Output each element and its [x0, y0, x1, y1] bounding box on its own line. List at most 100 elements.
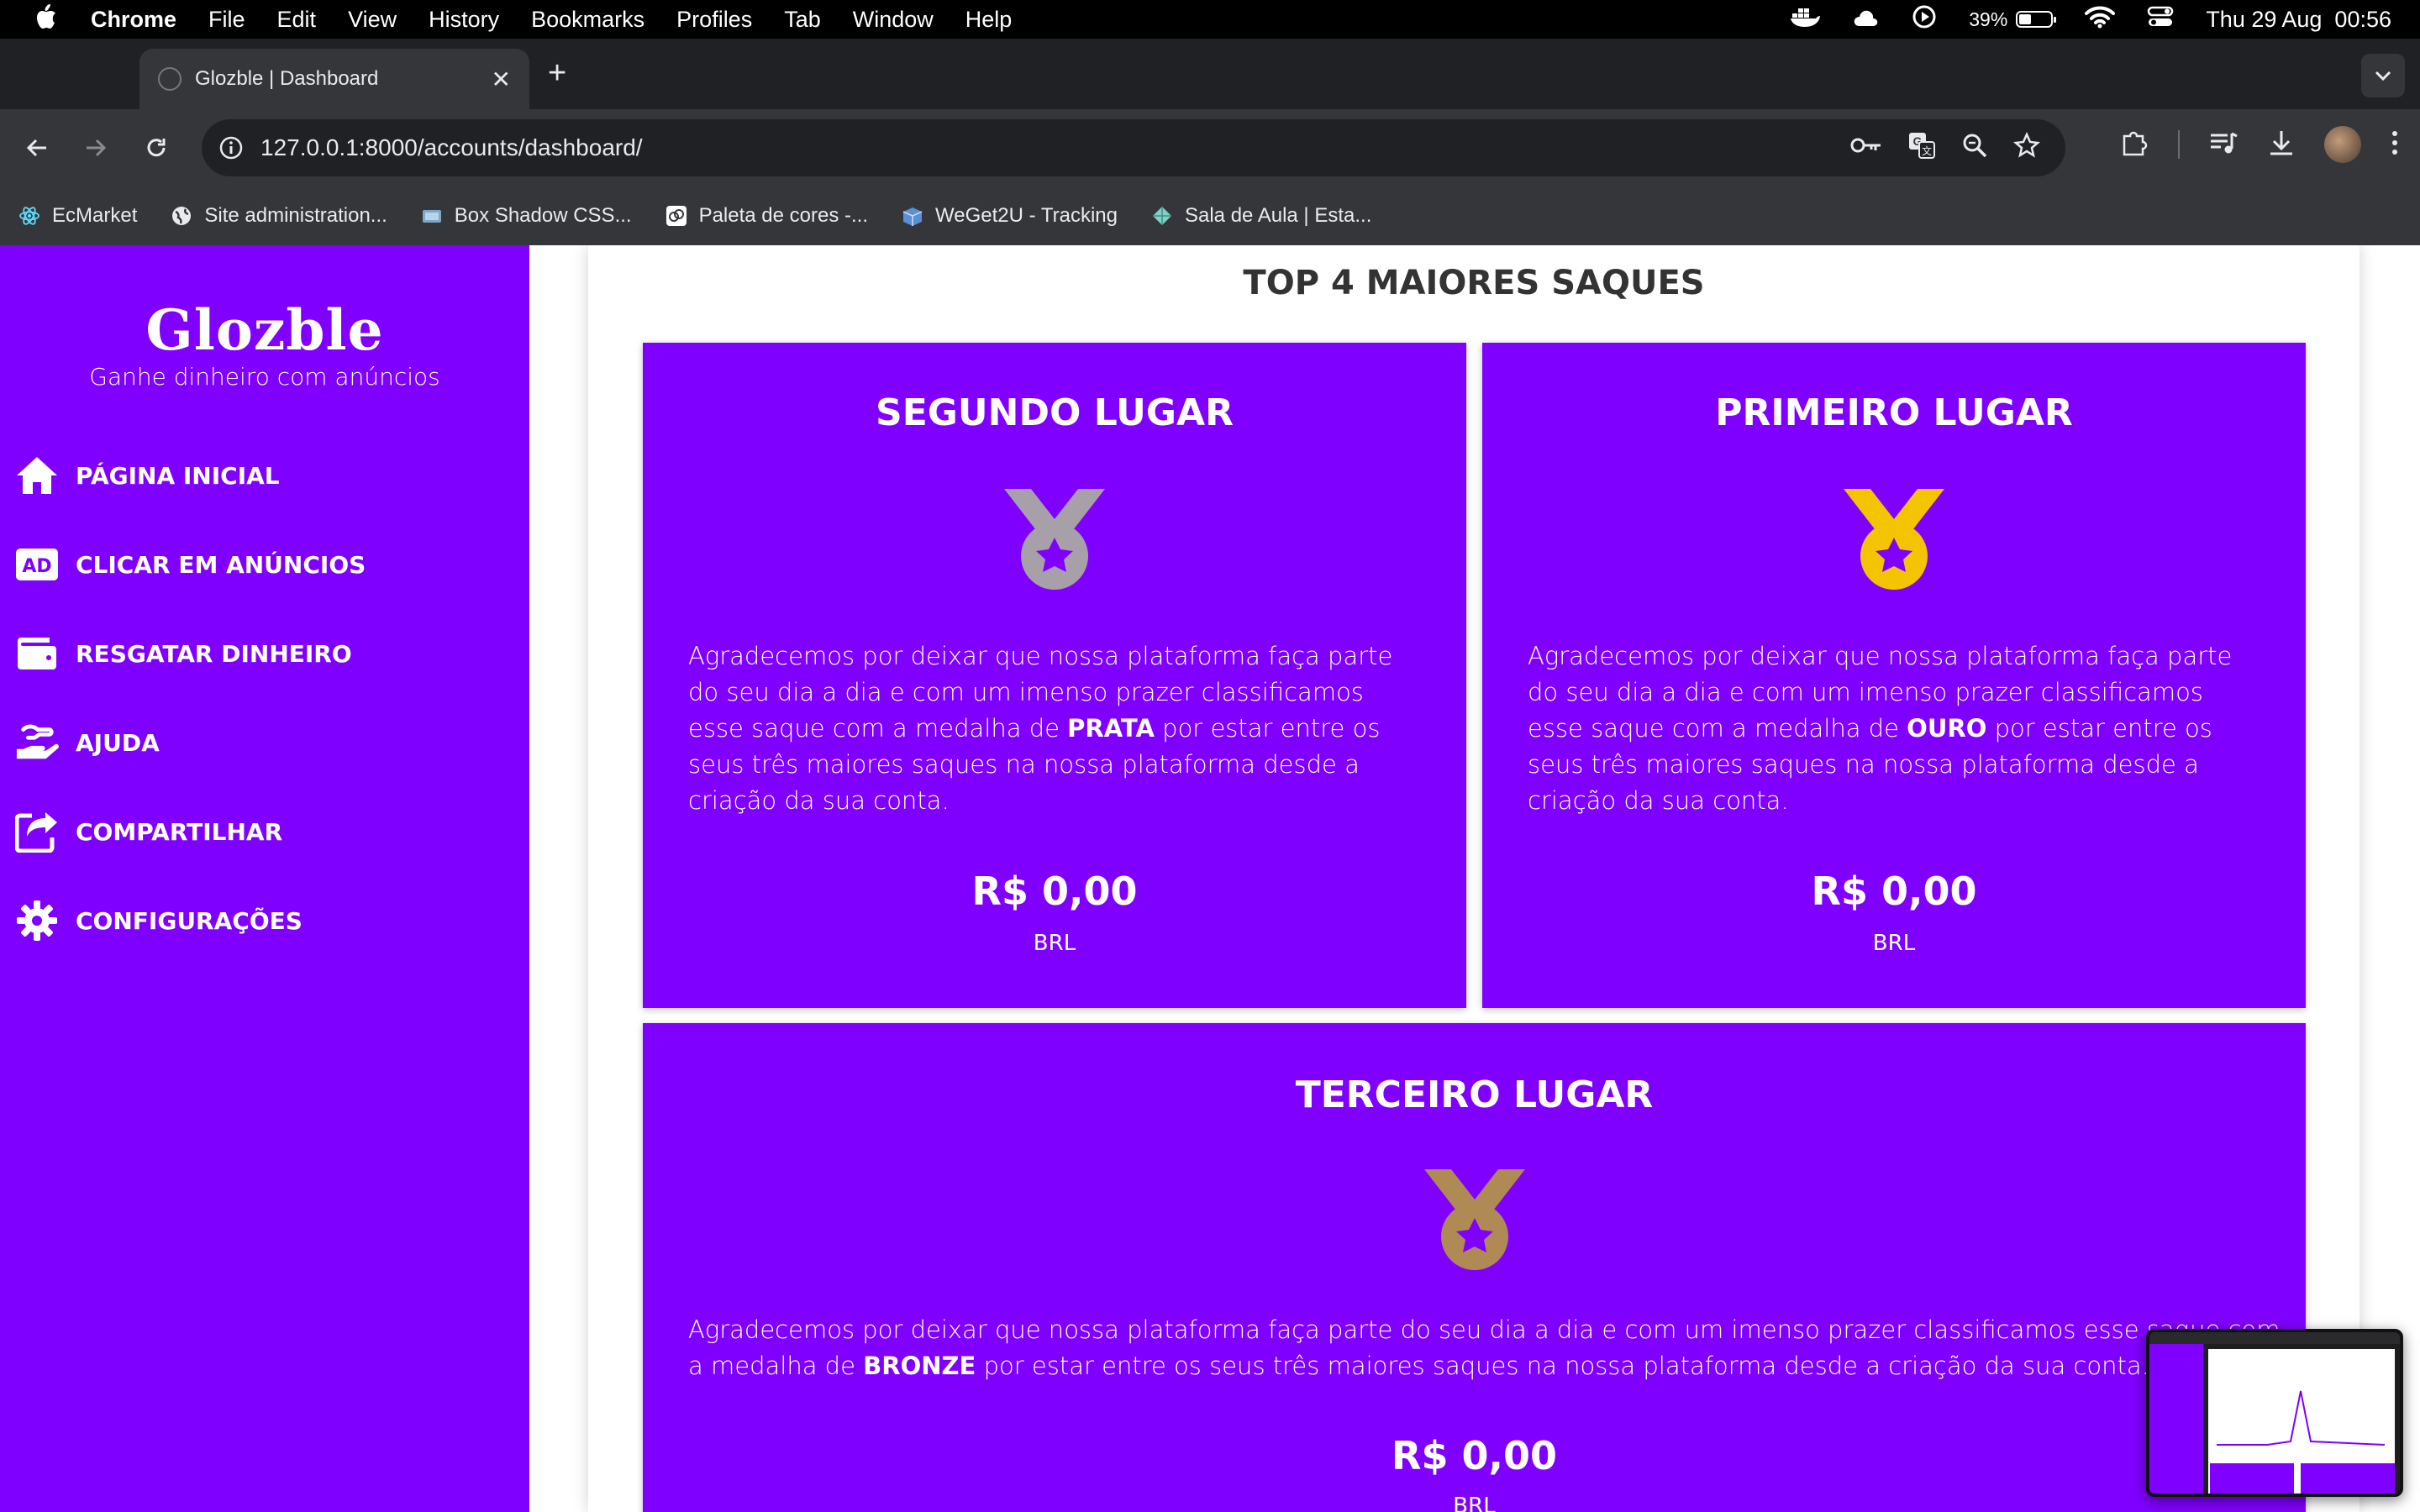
- card-amount: R$ 0,00: [1392, 1433, 1557, 1478]
- bookmark-star-icon[interactable]: [2013, 131, 2040, 165]
- sidebar-item-configuracoes[interactable]: CONFIGURAÇÕES: [15, 895, 302, 946]
- react-icon: [19, 207, 39, 225]
- page-viewport: Glozble Ganhe dinheiro com anúncios PÁGI…: [0, 245, 2420, 1512]
- browser-tab-strip: Glozble | Dashboard ✕ +: [0, 39, 2420, 109]
- card-text-after: por estar entre os seus três maiores saq…: [976, 1352, 2149, 1380]
- toolbar-divider: [2178, 130, 2180, 159]
- ad-icon: AD: [15, 543, 59, 586]
- forward-button[interactable]: [77, 129, 114, 166]
- menu-help[interactable]: Help: [965, 7, 1013, 33]
- battery-status[interactable]: 39%: [1969, 8, 2057, 31]
- menu-view[interactable]: View: [348, 7, 397, 33]
- browser-toolbar: 127.0.0.1:8000/accounts/dashboard/ G文: [0, 109, 2420, 186]
- tab-close-icon[interactable]: ✕: [492, 66, 511, 93]
- card-segundo-lugar: SEGUNDO LUGAR Agradecemos por deixar que…: [643, 343, 1466, 1008]
- brand-logo[interactable]: Glozble: [0, 297, 529, 363]
- sidebar-item-pagina-inicial[interactable]: PÁGINA INICIAL: [15, 450, 280, 501]
- silver-medal-icon: [1004, 489, 1105, 590]
- card-amount: R$ 0,00: [971, 869, 1138, 914]
- cloud-status-icon[interactable]: [1853, 4, 1880, 35]
- bronze-medal-icon: [1424, 1169, 1525, 1270]
- docker-icon[interactable]: [1789, 5, 1821, 34]
- sidebar-item-label: COMPARTILHAR: [76, 817, 283, 846]
- bookmark-label: Site administration...: [204, 204, 387, 227]
- sidebar-item-label: RESGATAR DINHEIRO: [76, 639, 352, 668]
- sidebar-item-clicar-em-anuncios[interactable]: AD CLICAR EM ANÚNCIOS: [15, 539, 366, 590]
- menu-edit[interactable]: Edit: [277, 7, 317, 33]
- chrome-menu-icon[interactable]: [2390, 129, 2400, 160]
- bookmark-ecmarket[interactable]: EcMarket: [18, 204, 137, 228]
- card-description: Agradecemos por deixar que nossa platafo…: [688, 1312, 2302, 1384]
- battery-percent: 39%: [1969, 8, 2008, 30]
- card-amount: R$ 0,00: [1811, 869, 1977, 914]
- card-description: Agradecemos por deixar que nossa platafo…: [688, 638, 1419, 819]
- site-info-icon[interactable]: [217, 134, 245, 162]
- medal-word: BRONZE: [863, 1352, 976, 1380]
- bookmark-weget2u[interactable]: WeGet2U - Tracking: [902, 204, 1118, 228]
- card-currency: BRL: [1033, 931, 1076, 956]
- wifi-icon[interactable]: [2085, 5, 2116, 34]
- diamond-icon: [1152, 207, 1171, 225]
- address-bar[interactable]: 127.0.0.1:8000/accounts/dashboard/ G文: [202, 119, 2065, 176]
- bookmark-label: Paleta de cores -...: [698, 204, 869, 227]
- app-menu-chrome[interactable]: Chrome: [91, 7, 176, 33]
- download-icon[interactable]: [2267, 129, 2296, 160]
- control-center-icon[interactable]: [2147, 5, 2174, 34]
- screenshot-thumbnail-preview[interactable]: [2146, 1329, 2403, 1497]
- card-description: Agradecemos por deixar que nossa platafo…: [1528, 638, 2259, 819]
- main-content-panel: TOP 4 MAIORES SAQUES SEGUNDO LUGAR Agrad…: [588, 245, 2360, 1512]
- play-circle-icon[interactable]: [1912, 4, 1937, 35]
- battery-icon: [2016, 11, 2057, 28]
- extensions-puzzle-icon[interactable]: [2119, 128, 2149, 161]
- sidebar-item-ajuda[interactable]: AJUDA: [15, 717, 160, 768]
- hand-help-icon: [15, 721, 59, 764]
- bookmark-site-administration[interactable]: Site administration...: [171, 204, 387, 228]
- bookmark-label: EcMarket: [52, 204, 138, 227]
- menu-tab[interactable]: Tab: [784, 7, 821, 33]
- card-title: SEGUNDO LUGAR: [876, 391, 1234, 434]
- browser-tab-active[interactable]: Glozble | Dashboard ✕: [139, 49, 529, 109]
- menu-profiles[interactable]: Profiles: [676, 7, 752, 33]
- menubar-datetime[interactable]: Thu 29 Aug 00:56: [2206, 7, 2391, 33]
- sidebar-item-label: AJUDA: [76, 728, 160, 757]
- new-tab-button[interactable]: +: [548, 55, 566, 92]
- bookmark-paleta-de-cores[interactable]: Paleta de cores -...: [666, 204, 868, 228]
- arrow-right-icon: [87, 139, 107, 157]
- tab-search-button[interactable]: [2361, 54, 2405, 97]
- menu-file[interactable]: File: [208, 7, 245, 33]
- medal-word: OURO: [1907, 714, 1987, 743]
- zoom-icon[interactable]: [1961, 132, 1988, 165]
- bookmarks-bar: EcMarket Site administration... Box Shad…: [0, 186, 2420, 246]
- sidebar-item-compartilhar[interactable]: COMPARTILHAR: [15, 806, 282, 857]
- svg-text:文: 文: [1922, 144, 1932, 157]
- gold-medal-icon: [1844, 489, 1944, 590]
- bookmark-label: WeGet2U - Tracking: [935, 204, 1118, 227]
- svg-text:AD: AD: [22, 556, 51, 577]
- media-control-icon[interactable]: [2208, 129, 2238, 160]
- box-shadow-icon: [422, 210, 441, 223]
- translate-icon[interactable]: G文: [1907, 131, 1936, 165]
- url-text[interactable]: 127.0.0.1:8000/accounts/dashboard/: [260, 134, 1850, 161]
- bookmark-label: Box Shadow CSS...: [454, 204, 632, 227]
- profile-avatar[interactable]: [2324, 126, 2361, 163]
- password-key-icon[interactable]: [1850, 134, 1882, 161]
- card-primeiro-lugar: PRIMEIRO LUGAR Agradecemos por deixar qu…: [1482, 343, 2306, 1008]
- sidebar-item-label: PÁGINA INICIAL: [76, 461, 280, 490]
- back-button[interactable]: [18, 129, 55, 166]
- chevron-down-icon: [2375, 71, 2391, 81]
- bookmark-sala-de-aula[interactable]: Sala de Aula | Esta...: [1151, 204, 1371, 228]
- globe-icon: [172, 207, 192, 225]
- sidebar-item-label: CONFIGURAÇÕES: [76, 906, 302, 935]
- bookmark-box-shadow[interactable]: Box Shadow CSS...: [421, 204, 632, 228]
- site-favicon-icon: [158, 67, 182, 91]
- card-title: TERCEIRO LUGAR: [1295, 1074, 1654, 1116]
- menu-window[interactable]: Window: [853, 7, 934, 33]
- apple-menu-icon[interactable]: [30, 3, 60, 36]
- reload-button[interactable]: [138, 129, 175, 166]
- menu-history[interactable]: History: [429, 7, 499, 33]
- sidebar-item-resgatar-dinheiro[interactable]: RESGATAR DINHEIRO: [15, 628, 352, 679]
- menu-bookmarks[interactable]: Bookmarks: [531, 7, 644, 33]
- arrow-left-icon: [26, 139, 46, 157]
- macos-menu-bar: Chrome File Edit View History Bookmarks …: [0, 0, 2420, 39]
- card-currency: BRL: [1453, 1494, 1496, 1512]
